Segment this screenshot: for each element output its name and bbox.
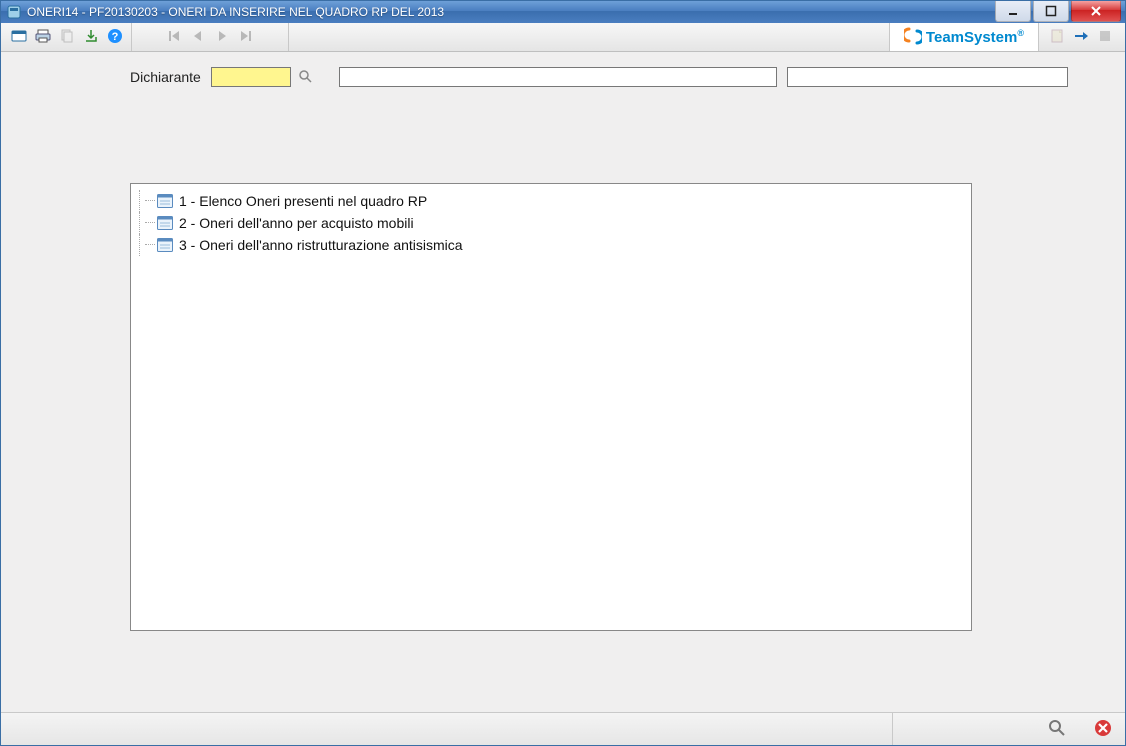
app-icon (7, 5, 21, 19)
tree-connector (145, 244, 155, 246)
dichiarante-input[interactable] (211, 67, 291, 87)
window-buttons (995, 1, 1125, 21)
app-window: ONERI14 - PF20130203 - ONERI DA INSERIRE… (0, 0, 1126, 746)
tree-item-2[interactable]: 2 - Oneri dell'anno per acquisto mobili (135, 212, 967, 234)
close-icon (1094, 719, 1112, 740)
print-button[interactable] (32, 26, 54, 48)
descrizione2-input[interactable] (787, 67, 1068, 87)
nav-last-button (235, 26, 257, 48)
toolbar-group-right (1039, 23, 1123, 51)
toolbar-right: TeamSystem® (889, 23, 1123, 51)
maximize-button[interactable] (1033, 1, 1069, 22)
descrizione1-input[interactable] (339, 67, 777, 87)
note-button (1046, 26, 1068, 48)
status-search-button[interactable] (1047, 719, 1067, 739)
tree-panel: 1 - Elenco Oneri presenti nel quadro RP … (130, 183, 972, 631)
stop-icon (1097, 28, 1113, 47)
nav-first-button (163, 26, 185, 48)
stop-button (1094, 26, 1116, 48)
dichiarante-label: Dichiarante (130, 69, 201, 85)
form-icon (157, 216, 173, 230)
brand-reg: ® (1017, 28, 1024, 38)
export-icon (83, 28, 99, 47)
window-title: ONERI14 - PF20130203 - ONERI DA INSERIRE… (27, 5, 444, 19)
brand-name: TeamSystem (926, 29, 1017, 46)
search-icon (1048, 719, 1066, 740)
brand: TeamSystem® (889, 23, 1039, 51)
export-button[interactable] (80, 26, 102, 48)
tree-item-label: 2 - Oneri dell'anno per acquisto mobili (179, 215, 414, 231)
form-icon (157, 194, 173, 208)
print-icon (35, 28, 51, 47)
status-close-button[interactable] (1093, 719, 1113, 739)
help-button[interactable]: ? (104, 26, 126, 48)
minimize-button[interactable] (995, 1, 1031, 22)
tree-item-3[interactable]: 3 - Oneri dell'anno ristrutturazione ant… (135, 234, 967, 256)
tree-item-label: 3 - Oneri dell'anno ristrutturazione ant… (179, 237, 463, 253)
tree-item-label: 1 - Elenco Oneri presenti nel quadro RP (179, 193, 427, 209)
statusbar (1, 712, 1125, 745)
client-area: Dichiarante 1 - Elenco Oneri presenti ne… (1, 52, 1125, 712)
open-button[interactable] (8, 26, 30, 48)
toolbar-group-nav (132, 23, 289, 51)
send-button[interactable] (1070, 26, 1092, 48)
toolbar-group-1: ? (3, 23, 132, 51)
tree-item-1[interactable]: 1 - Elenco Oneri presenti nel quadro RP (135, 190, 967, 212)
close-button[interactable] (1071, 1, 1121, 22)
search-icon (298, 69, 312, 86)
dichiarante-row: Dichiarante (2, 67, 1124, 87)
nav-prev-button (187, 26, 209, 48)
help-icon: ? (107, 28, 123, 47)
nav-first-icon (167, 29, 181, 46)
tree-connector (145, 200, 155, 202)
note-icon (1049, 28, 1065, 47)
send-icon (1073, 28, 1089, 47)
brand-icon (904, 27, 922, 48)
brand-text: TeamSystem® (926, 28, 1024, 46)
status-left (1, 713, 893, 745)
nav-next-icon (215, 29, 229, 46)
form-icon (157, 238, 173, 252)
status-right (893, 713, 1125, 745)
nav-next-button (211, 26, 233, 48)
svg-text:?: ? (112, 31, 119, 43)
toolbar: ? (1, 23, 1125, 52)
dichiarante-lookup-button[interactable] (297, 69, 313, 85)
open-icon (11, 28, 27, 47)
copy-button (56, 26, 78, 48)
nav-last-icon (239, 29, 253, 46)
titlebar: ONERI14 - PF20130203 - ONERI DA INSERIRE… (1, 1, 1125, 23)
nav-prev-icon (191, 29, 205, 46)
tree-connector (145, 222, 155, 224)
copy-icon (59, 28, 75, 47)
